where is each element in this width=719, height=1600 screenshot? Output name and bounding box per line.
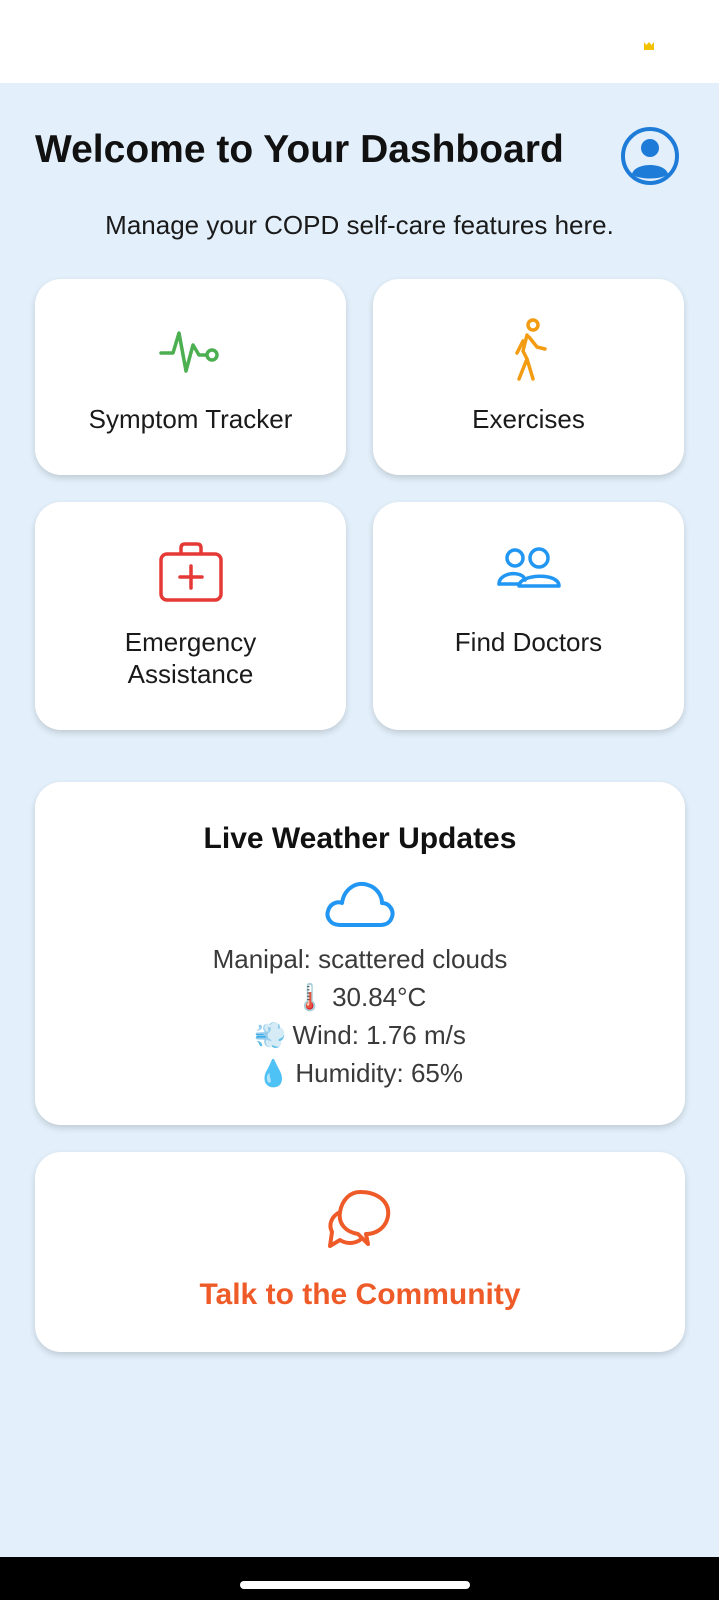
header: Welcome to Your Dashboard — [35, 122, 685, 192]
droplet-icon: 💧 — [257, 1058, 290, 1088]
page-title: Welcome to Your Dashboard — [35, 128, 564, 171]
emergency-assistance-tile[interactable]: Emergency Assistance — [35, 502, 346, 730]
page-subtitle: Manage your COPD self-care features here… — [105, 210, 614, 240]
first-aid-kit-icon — [158, 542, 223, 602]
walking-person-icon — [514, 318, 547, 381]
find-doctors-tile[interactable]: Find Doctors — [373, 502, 684, 730]
people-icon — [496, 547, 561, 588]
navigation-bar — [0, 1557, 719, 1600]
tile-label: Exercises — [472, 404, 585, 434]
activity-pulse-icon — [158, 331, 219, 373]
status-bar — [0, 0, 719, 83]
temperature-value: 30.84°C — [332, 982, 427, 1012]
wind-icon: 💨 — [254, 1020, 287, 1050]
weather-wind: 💨 Wind: 1.76 m/s — [35, 1020, 685, 1051]
wind-value: Wind: 1.76 m/s — [292, 1020, 466, 1050]
chat-bubbles-icon — [328, 1190, 391, 1248]
weather-temperature: 🌡️ 30.84°C — [35, 982, 685, 1013]
tile-label: Symptom Tracker — [88, 404, 293, 434]
weather-location: Manipal: scattered clouds — [212, 944, 508, 974]
tile-label: Find Doctors — [454, 627, 603, 657]
tile-label: Emergency Assistance — [124, 627, 257, 689]
weather-title: Live Weather Updates — [203, 822, 517, 855]
weather-humidity: 💧 Humidity: 65% — [35, 1058, 685, 1089]
exercises-tile[interactable]: Exercises — [373, 279, 684, 475]
humidity-value: Humidity: 65% — [295, 1058, 463, 1088]
user-circle-icon[interactable] — [620, 126, 680, 186]
weather-card: Live Weather Updates Manipal: scattered … — [35, 782, 685, 1125]
cloud-icon — [325, 882, 395, 927]
home-indicator[interactable] — [240, 1581, 470, 1589]
notification-crown-icon — [644, 42, 654, 50]
community-label: Talk to the Community — [199, 1278, 521, 1311]
community-card[interactable]: Talk to the Community — [35, 1152, 685, 1352]
thermometer-icon: 🌡️ — [293, 982, 327, 1012]
symptom-tracker-tile[interactable]: Symptom Tracker — [35, 279, 346, 475]
